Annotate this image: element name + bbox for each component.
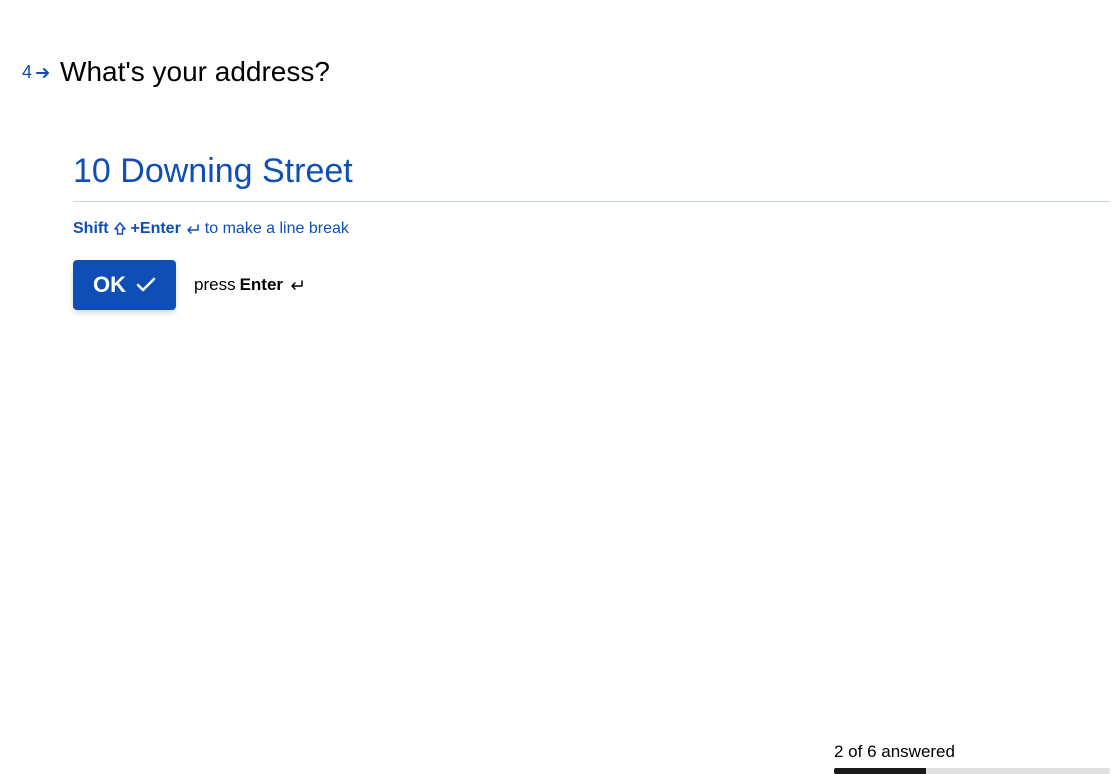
- shift-icon: [113, 222, 127, 236]
- progress-fill: [834, 768, 926, 774]
- hint-shift-word: Shift: [73, 220, 109, 238]
- hint-plus: +: [131, 220, 140, 238]
- question-number: 4: [22, 62, 32, 83]
- hint-enter-word: Enter: [140, 220, 181, 238]
- progress-bar: [834, 768, 1110, 774]
- enter-icon: [185, 223, 201, 235]
- question-number-wrap: 4: [22, 54, 50, 83]
- question-title: What's your address?: [60, 54, 330, 90]
- press-word: press: [194, 275, 236, 295]
- check-icon: [136, 277, 156, 293]
- press-enter-hint: press Enter: [194, 275, 305, 295]
- action-row: OK press Enter: [73, 260, 1110, 310]
- question-container: 4 What's your address? Shift + Enter: [0, 0, 1116, 310]
- enter-icon: [289, 279, 305, 291]
- hint-tail: to make a line break: [205, 220, 349, 238]
- answer-area: Shift + Enter to make a line break OK: [73, 152, 1110, 310]
- enter-word: Enter: [240, 275, 283, 295]
- line-break-hint: Shift + Enter to make a line break: [73, 220, 1110, 238]
- ok-button-label: OK: [93, 272, 126, 298]
- ok-button[interactable]: OK: [73, 260, 176, 310]
- progress-label: 2 of 6 answered: [834, 742, 1110, 762]
- address-input[interactable]: [73, 152, 1110, 202]
- question-header: 4 What's your address?: [22, 54, 1110, 90]
- progress-footer: 2 of 6 answered: [834, 742, 1110, 774]
- arrow-right-icon: [36, 67, 50, 79]
